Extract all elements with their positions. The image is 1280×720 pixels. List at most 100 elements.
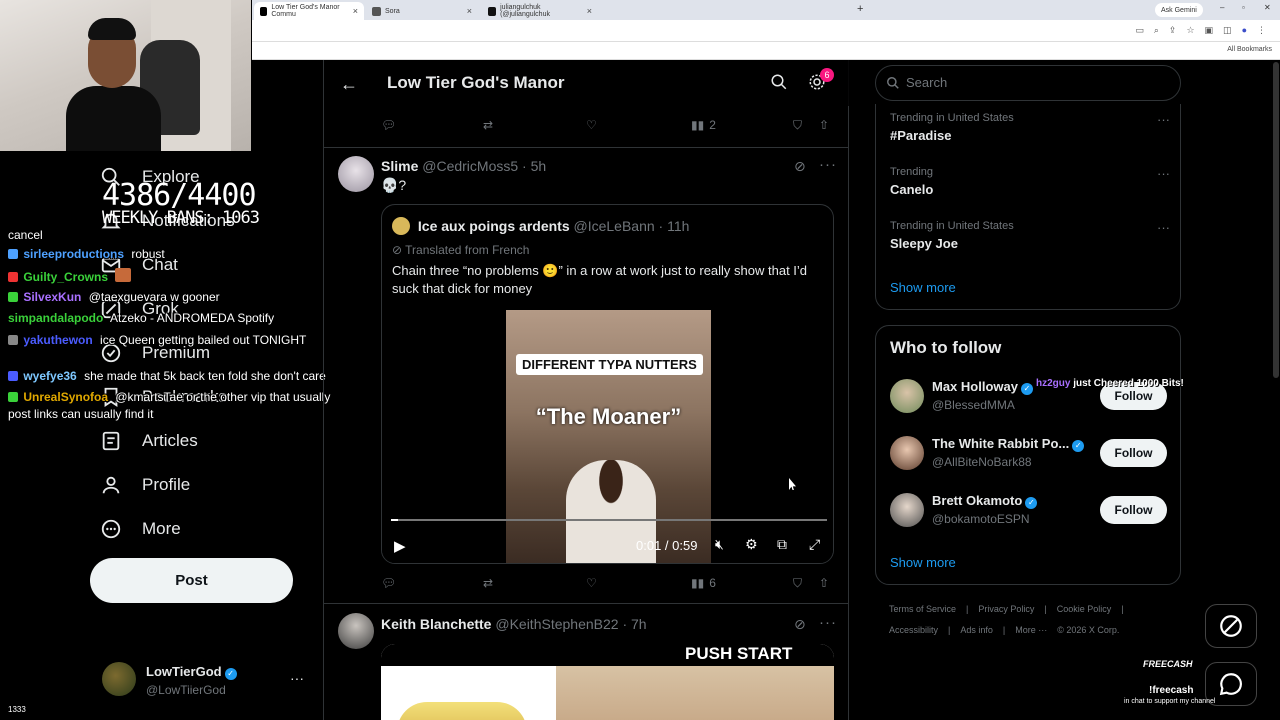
new-tab-button[interactable]: + <box>857 3 863 15</box>
footer-privacy[interactable]: Privacy Policy <box>978 604 1034 614</box>
sidebar-icon[interactable]: ◫ <box>1223 25 1232 36</box>
pip-icon[interactable]: ⧉ <box>777 536 787 553</box>
trend-item[interactable]: Trending Canelo ··· <box>890 166 1170 197</box>
profile-avatar-icon[interactable]: ● <box>1242 25 1247 36</box>
quoted-tweet[interactable]: Ice aux poings ardents @IceLeBann · 11h … <box>381 204 834 564</box>
minimize-window-icon[interactable]: – <box>1220 3 1224 12</box>
nav-articles[interactable]: Articles <box>100 430 198 452</box>
tab-label: juliangulchuk (@juliangulchuk <box>500 4 550 18</box>
browser-tab-x[interactable]: Low Tier God's Manor Commu × <box>254 2 364 20</box>
reply-icon[interactable]: 💬︎ <box>381 118 396 132</box>
translated-label: Translated from French <box>405 243 530 257</box>
all-bookmarks-button[interactable]: All Bookmarks <box>1227 46 1272 53</box>
trend-more-icon[interactable]: ··· <box>1157 220 1170 235</box>
nav-profile[interactable]: Profile <box>100 474 190 496</box>
more-options-icon[interactable]: ··· <box>819 614 837 631</box>
tweet-time[interactable]: · 7h <box>622 616 646 632</box>
like-icon[interactable]: ♡ <box>586 118 597 132</box>
trends-show-more[interactable]: Show more <box>890 280 956 295</box>
footer-ads-info[interactable]: Ads info <box>960 625 993 635</box>
grok-icon[interactable]: ⊘ <box>794 616 806 633</box>
back-arrow-icon[interactable]: ← <box>340 74 358 95</box>
account-switcher[interactable]: LowTierGod ✓ @LowTiierGod ··· <box>102 660 312 704</box>
close-window-icon[interactable]: ✕ <box>1264 3 1271 12</box>
tweet-time[interactable]: · 5h <box>522 158 546 174</box>
video-progress-bar[interactable] <box>391 519 827 521</box>
search-input[interactable] <box>906 75 1156 90</box>
page-scrollbar[interactable] <box>1273 62 1279 378</box>
footer-links: Terms of Service | Privacy Policy | Cookie P… <box>889 604 1134 614</box>
browser-tab-sora[interactable]: Sora × <box>366 2 478 20</box>
footer-more[interactable]: More ··· <box>1015 625 1047 635</box>
video-player[interactable]: DIFFERENT TYPA NUTTERS “The Moaner” ▶ 0:… <box>382 310 833 563</box>
tweet-author-name[interactable]: Keith Blanchette <box>381 616 491 632</box>
more-options-icon[interactable]: ··· <box>819 156 837 173</box>
follow-button[interactable]: Follow <box>1100 439 1167 467</box>
browser-menu-icon[interactable]: ⋮ <box>1257 25 1266 36</box>
cast-icon[interactable]: ▭ <box>1135 25 1144 36</box>
share-icon[interactable]: ⇧ <box>819 118 829 132</box>
trend-more-icon[interactable]: ··· <box>1157 166 1170 181</box>
views-button[interactable]: ▮▮ 6 <box>691 576 716 590</box>
like-icon[interactable]: ♡ <box>586 576 597 590</box>
footer-cookie[interactable]: Cookie Policy <box>1057 604 1112 614</box>
chat-text: post links can usually find it <box>8 407 154 421</box>
video-overlay-subtitle: “The Moaner” <box>535 404 682 429</box>
mute-icon[interactable]: 🔇︎ <box>715 536 724 553</box>
retweet-icon[interactable]: ⇄ <box>483 118 493 132</box>
avatar[interactable] <box>338 156 374 192</box>
zoom-icon[interactable]: ⌕ <box>1154 25 1159 36</box>
close-tab-icon[interactable]: × <box>467 6 472 16</box>
account-more-icon[interactable]: ··· <box>290 670 304 686</box>
close-tab-icon[interactable]: × <box>353 6 358 16</box>
verified-icon: ✓ <box>1020 383 1033 395</box>
trend-item[interactable]: Trending in United States Sleepy Joe ··· <box>890 220 1170 251</box>
webcam-overlay <box>0 0 251 151</box>
follow-suggestion[interactable]: Brett Okamoto ✓ @bokamotoESPN Follow <box>890 491 1170 531</box>
address-bar[interactable]: ▭ ⌕ ⇪ ☆ ▣ ◫ ● ⋮ <box>252 20 1280 42</box>
tweet-author-name[interactable]: Slime <box>381 158 418 174</box>
star-icon[interactable]: ☆ <box>1186 25 1194 36</box>
bookmark-icon[interactable]: ⛉ <box>793 118 802 133</box>
chat-message: sirleeproductions robust <box>8 247 165 261</box>
follow-show-more[interactable]: Show more <box>890 555 956 570</box>
footer-accessibility[interactable]: Accessibility <box>889 625 938 635</box>
grok-fab-button[interactable] <box>1205 604 1257 648</box>
avatar <box>890 493 924 527</box>
search-bar[interactable] <box>875 65 1181 101</box>
bookmark-icon[interactable]: ⛉ <box>793 576 802 591</box>
search-icon[interactable] <box>770 73 788 91</box>
quote-author-handle: @IceLeBann <box>573 218 655 234</box>
chat-username: SilvexKun <box>23 290 82 304</box>
bits-alert-text: just Cheered 1000 Bits! <box>1073 378 1184 389</box>
share-icon[interactable]: ⇧ <box>819 576 829 590</box>
views-button[interactable]: ▮▮ 2 <box>691 118 716 132</box>
tweet-media[interactable]: PUSH START <box>381 644 834 720</box>
browser-tab-tiktok[interactable]: juliangulchuk (@juliangulchuk × <box>482 2 598 20</box>
ask-gemini-button[interactable]: Ask Gemini <box>1155 3 1203 17</box>
grok-icon[interactable]: ⊘ <box>794 158 806 175</box>
post-button[interactable]: Post <box>90 558 293 603</box>
follow-button[interactable]: Follow <box>1100 496 1167 524</box>
fullscreen-icon[interactable]: ⤢ <box>809 536 820 553</box>
avatar[interactable] <box>338 613 374 649</box>
browser-tab-bar: Low Tier God's Manor Commu × Sora × juli… <box>252 0 1280 20</box>
share-icon[interactable]: ⇪ <box>1169 25 1177 36</box>
close-tab-icon[interactable]: × <box>587 6 592 16</box>
settings-icon[interactable]: ⚙ <box>745 536 758 553</box>
article-icon <box>102 431 120 451</box>
maximize-window-icon[interactable]: ▫ <box>1242 3 1245 12</box>
page-title: Low Tier God's Manor <box>387 73 565 92</box>
trend-item[interactable]: Trending in United States #Paradise ··· <box>890 112 1170 143</box>
tweet-author-handle[interactable]: @KeithStephenB22 <box>495 616 618 632</box>
viewer-count: 1333 <box>8 705 26 714</box>
tweet-author-handle[interactable]: @CedricMoss5 <box>422 158 518 174</box>
retweet-icon[interactable]: ⇄ <box>483 576 493 590</box>
trend-more-icon[interactable]: ··· <box>1157 112 1170 127</box>
nav-more[interactable]: More <box>100 518 181 540</box>
reply-icon[interactable]: 💬︎ <box>381 576 396 590</box>
footer-terms[interactable]: Terms of Service <box>889 604 956 614</box>
follow-suggestion[interactable]: The White Rabbit Po... ✓ @AllBiteNoBark88… <box>890 434 1170 474</box>
play-icon[interactable]: ▶ <box>394 537 406 555</box>
extensions-icon[interactable]: ▣ <box>1205 25 1214 36</box>
